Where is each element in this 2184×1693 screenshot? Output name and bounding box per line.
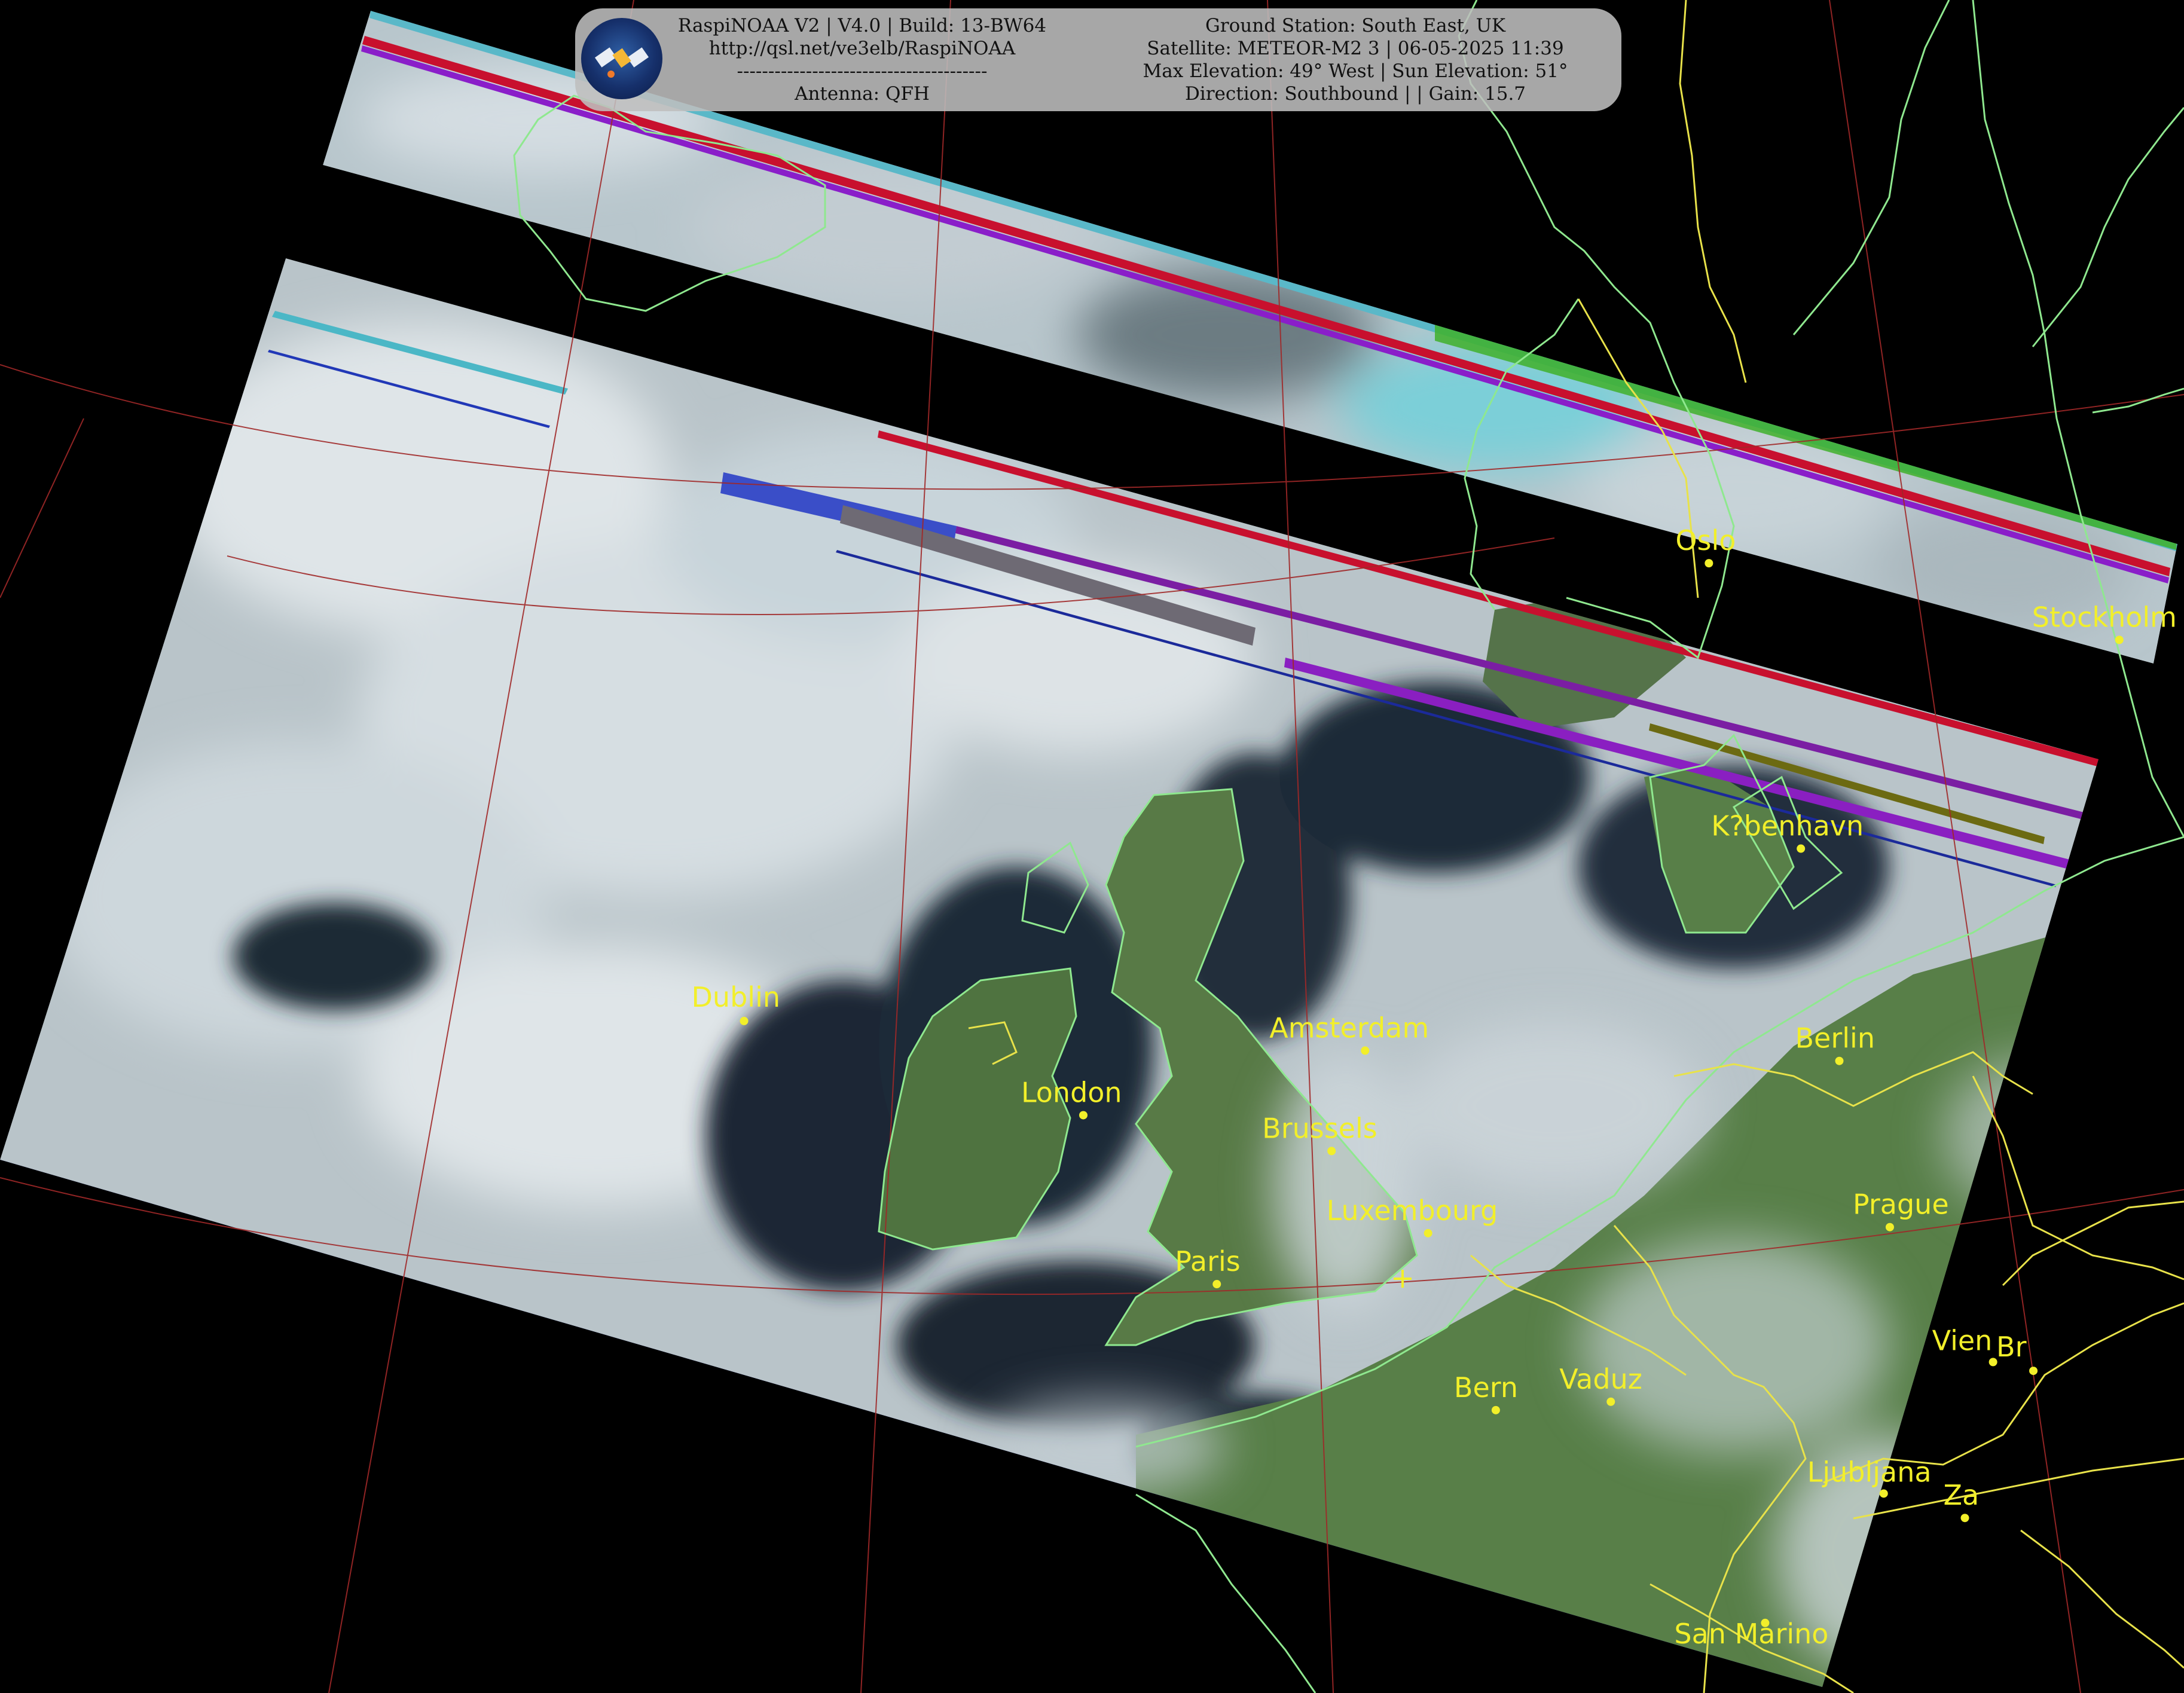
city-label: Dublin bbox=[692, 981, 781, 1013]
city-dot bbox=[1491, 1405, 1500, 1414]
city-label: Bern bbox=[1454, 1371, 1518, 1404]
city-label: Prague bbox=[1853, 1188, 1949, 1221]
city-dot bbox=[1797, 844, 1806, 853]
city-marker: Za bbox=[1944, 1479, 1980, 1523]
city-label: Stockholm bbox=[2032, 601, 2177, 633]
city-label: Br bbox=[1996, 1331, 2027, 1363]
info-header-panel: RaspiNOAA V2 | V4.0 | Build: 13-BW64 htt… bbox=[575, 8, 1621, 111]
city-dot bbox=[1879, 1489, 1888, 1498]
header-divider-line: ---------------------------------------- bbox=[737, 60, 988, 82]
city-dot bbox=[1079, 1111, 1088, 1120]
city-label: Vaduz bbox=[1559, 1363, 1642, 1395]
satellite-icon bbox=[581, 18, 662, 99]
city-dot bbox=[1885, 1223, 1894, 1231]
city-label: Oslo bbox=[1675, 524, 1736, 557]
header-url-line: http://qsl.net/ve3elb/RaspiNOAA bbox=[708, 38, 1016, 59]
city-label: Ljubljana bbox=[1807, 1456, 1932, 1488]
city-label: London bbox=[1021, 1076, 1122, 1108]
header-elevation-line: Max Elevation: 49° West | Sun Elevation:… bbox=[1143, 60, 1568, 82]
city-dot bbox=[1212, 1280, 1221, 1289]
city-label: Amsterdam bbox=[1269, 1011, 1429, 1044]
city-label: Luxembourg bbox=[1327, 1194, 1498, 1227]
city-marker: Vien bbox=[1932, 1324, 1997, 1367]
city-dot bbox=[2115, 635, 2124, 644]
city-dot bbox=[740, 1016, 749, 1025]
city-dot bbox=[2029, 1367, 2038, 1376]
city-dot bbox=[1424, 1229, 1432, 1237]
city-label: Brussels bbox=[1262, 1112, 1377, 1144]
city-label: K?benhavn bbox=[1711, 810, 1864, 842]
city-label: San Marino bbox=[1674, 1618, 1828, 1650]
city-label: Paris bbox=[1175, 1245, 1241, 1278]
header-antenna-line: Antenna: QFH bbox=[795, 83, 930, 105]
city-marker: San Marino bbox=[1674, 1618, 1828, 1650]
header-direction-line: Direction: Southbound | | Gain: 15.7 bbox=[1184, 83, 1526, 105]
city-dot bbox=[1606, 1397, 1615, 1406]
header-build-line: RaspiNOAA V2 | V4.0 | Build: 13-BW64 bbox=[677, 15, 1047, 36]
city-label: Za bbox=[1944, 1479, 1980, 1511]
city-dot bbox=[1327, 1147, 1336, 1156]
city-label: Berlin bbox=[1795, 1022, 1875, 1055]
city-label: Vien bbox=[1932, 1324, 1993, 1356]
city-marker: Br bbox=[1996, 1331, 2038, 1376]
header-left-column: RaspiNOAA V2 | V4.0 | Build: 13-BW64 htt… bbox=[665, 14, 1059, 105]
city-dot bbox=[1361, 1046, 1370, 1055]
header-right-column: Ground Station: South East, UK Satellite… bbox=[1101, 14, 1609, 105]
city-dot bbox=[1960, 1514, 1969, 1523]
header-satellite-line: Satellite: METEOR-M2 3 | 06-05-2025 11:3… bbox=[1147, 38, 1564, 59]
city-dot bbox=[1705, 559, 1713, 568]
satellite-map: Reykjav?kOsloStockholmHelsTaK?benhavnDub… bbox=[0, 0, 2184, 1693]
city-dot bbox=[1835, 1056, 1844, 1065]
header-ground-station-line: Ground Station: South East, UK bbox=[1205, 15, 1505, 36]
